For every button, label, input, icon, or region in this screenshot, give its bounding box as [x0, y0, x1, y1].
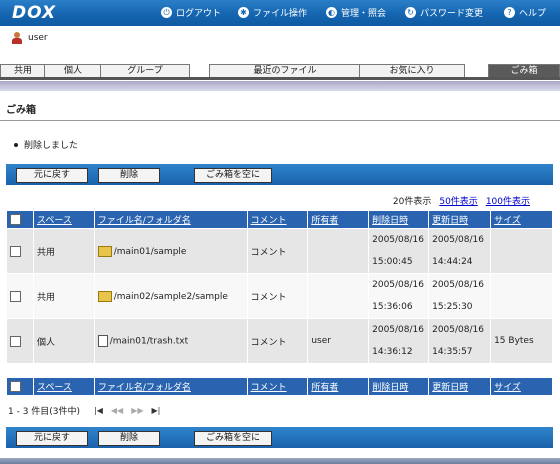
cell-updated: 2005/08/16 14:35:57 — [428, 318, 492, 364]
delete-button-bottom[interactable]: 削除 — [98, 431, 160, 446]
cell-comment: コメント — [246, 318, 309, 364]
cell-owner — [307, 228, 370, 274]
cell-owner — [307, 273, 370, 319]
cell-size: 15 Bytes — [490, 318, 553, 364]
cell-space: 個人 — [32, 318, 95, 364]
cell-comment: コメント — [246, 228, 309, 274]
row-checkbox[interactable] — [10, 290, 21, 302]
password-change-icon: ↻ — [405, 7, 416, 18]
sort-deleted[interactable]: 削除日時 — [372, 216, 408, 226]
table-footer-header: スペース ファイル名/フォルダ名 コメント 所有者 削除日時 更新日時 サイズ — [6, 377, 553, 396]
file-operation-link[interactable]: ✱ ファイル操作 — [238, 6, 307, 19]
delete-button[interactable]: 削除 — [98, 168, 160, 183]
result-count: 1 - 3 件目(3件中) — [8, 407, 81, 417]
first-page-icon[interactable]: |◀ — [94, 406, 103, 415]
trash-table: スペース ファイル名/フォルダ名 コメント 所有者 削除日時 更新日時 サイズ … — [6, 210, 553, 386]
prev-page-icon: ◀◀ — [110, 406, 124, 415]
tab-shared[interactable]: 共用 — [0, 64, 46, 77]
sort-name-bottom[interactable]: ファイル名/フォルダ名 — [98, 383, 191, 393]
pagination: 1 - 3 件目(3件中) |◀ ◀◀ ▶▶ ▶| — [8, 404, 160, 417]
sort-deleted-bottom[interactable]: 削除日時 — [372, 383, 408, 393]
row-checkbox[interactable] — [10, 245, 21, 257]
cell-deleted: 2005/08/16 15:00:45 — [368, 228, 430, 274]
table-row: 共用 /main02/sample2/sample コメント 2005/08/1… — [6, 273, 553, 319]
sort-owner[interactable]: 所有者 — [311, 216, 338, 226]
page-size-100-link[interactable]: 100件表示 — [486, 194, 530, 207]
tab-recent-files[interactable]: 最近のファイル — [209, 64, 361, 77]
cell-space: 共用 — [32, 273, 95, 319]
sort-comment-bottom[interactable]: コメント — [251, 383, 287, 393]
cell-deleted: 2005/08/16 14:36:12 — [368, 318, 430, 364]
next-page-icon: ▶▶ — [131, 406, 144, 415]
sort-space[interactable]: スペース — [37, 216, 72, 226]
sort-updated[interactable]: 更新日時 — [432, 216, 468, 226]
help-link[interactable]: ? ヘルプ — [504, 6, 546, 19]
admin-link[interactable]: ◐ 管理・照会 — [326, 6, 386, 19]
select-all-checkbox-bottom[interactable] — [10, 381, 21, 392]
table-row: 個人 /main01/trash.txt コメント user 2005/08/1… — [6, 318, 553, 364]
empty-trash-button[interactable]: ごみ箱を空に — [194, 168, 272, 183]
password-change-link[interactable]: ↻ パスワード変更 — [405, 6, 483, 19]
user-icon — [12, 32, 22, 44]
help-icon: ? — [504, 7, 515, 18]
cell-size — [490, 228, 553, 274]
logout-link[interactable]: ⏻ ログアウト — [161, 6, 221, 19]
logout-icon: ⏻ — [161, 7, 172, 18]
sort-comment[interactable]: コメント — [251, 216, 287, 226]
sort-size[interactable]: サイズ — [494, 216, 521, 226]
row-checkbox[interactable] — [10, 335, 21, 347]
page-size-50-link[interactable]: 50件表示 — [439, 194, 477, 207]
cell-size — [490, 273, 553, 319]
cell-updated: 2005/08/16 14:44:24 — [428, 228, 492, 274]
table-row: 共用 /main01/sample コメント 2005/08/16 15:00:4… — [6, 228, 553, 274]
user-name: user — [28, 33, 48, 43]
trash-table-footer-header: スペース ファイル名/フォルダ名 コメント 所有者 削除日時 更新日時 サイズ — [6, 377, 553, 396]
cell-name: /main01/trash.txt — [93, 318, 248, 364]
sort-space-bottom[interactable]: スペース — [37, 383, 72, 393]
cell-comment: コメント — [246, 273, 309, 319]
cell-deleted: 2005/08/16 15:36:06 — [368, 273, 430, 319]
sort-updated-bottom[interactable]: 更新日時 — [432, 383, 468, 393]
page-title: ごみ箱 — [6, 105, 36, 116]
tab-gradient-band — [0, 81, 560, 91]
cell-space: 共用 — [32, 228, 95, 274]
table-header: スペース ファイル名/フォルダ名 コメント 所有者 削除日時 更新日時 サイズ — [6, 210, 553, 229]
sort-name[interactable]: ファイル名/フォルダ名 — [98, 216, 191, 226]
tab-trash[interactable]: ごみ箱 — [488, 64, 560, 77]
sort-owner-bottom[interactable]: 所有者 — [311, 383, 338, 393]
admin-icon: ◐ — [326, 7, 337, 18]
current-user: user — [12, 32, 48, 44]
file-operation-icon: ✱ — [238, 7, 249, 18]
empty-trash-button-bottom[interactable]: ごみ箱を空に — [194, 431, 272, 446]
status-message: 削除しました — [14, 138, 78, 151]
file-icon — [97, 335, 108, 347]
tab-favorites[interactable]: お気に入り — [359, 64, 465, 77]
tab-bar: 共用 個人 グループ 最近のファイル お気に入り ごみ箱 — [0, 64, 560, 77]
last-page-icon[interactable]: ▶| — [152, 406, 161, 415]
tab-divider — [0, 77, 560, 80]
sort-size-bottom[interactable]: サイズ — [494, 383, 521, 393]
folder-icon — [97, 245, 112, 257]
cell-updated: 2005/08/16 15:25:30 — [428, 273, 492, 319]
page-size-current: 20件表示 — [392, 197, 432, 207]
action-bar-top: 元に戻す 削除 ごみ箱を空に — [6, 164, 553, 185]
cell-name: /main02/sample2/sample — [93, 273, 248, 319]
page-size-selector: 20件表示 50件表示 100件表示 — [393, 194, 530, 207]
restore-button[interactable]: 元に戻す — [16, 168, 88, 183]
app-logo: DOX — [12, 3, 57, 23]
folder-icon — [97, 290, 112, 302]
tab-group[interactable]: グループ — [100, 64, 190, 77]
restore-button-bottom[interactable]: 元に戻す — [16, 431, 88, 446]
top-bar: DOX ⏻ ログアウト ✱ ファイル操作 ◐ 管理・照会 ↻ パスワード変更 ? ヘルプ — [0, 0, 560, 26]
action-bar-bottom: 元に戻す 削除 ごみ箱を空に — [6, 427, 553, 448]
cell-owner: user — [307, 318, 370, 364]
cell-name: /main01/sample — [93, 228, 248, 274]
footer-band — [0, 458, 560, 464]
title-divider — [0, 120, 560, 121]
select-all-checkbox[interactable] — [10, 214, 21, 225]
tab-personal[interactable]: 個人 — [44, 64, 102, 77]
